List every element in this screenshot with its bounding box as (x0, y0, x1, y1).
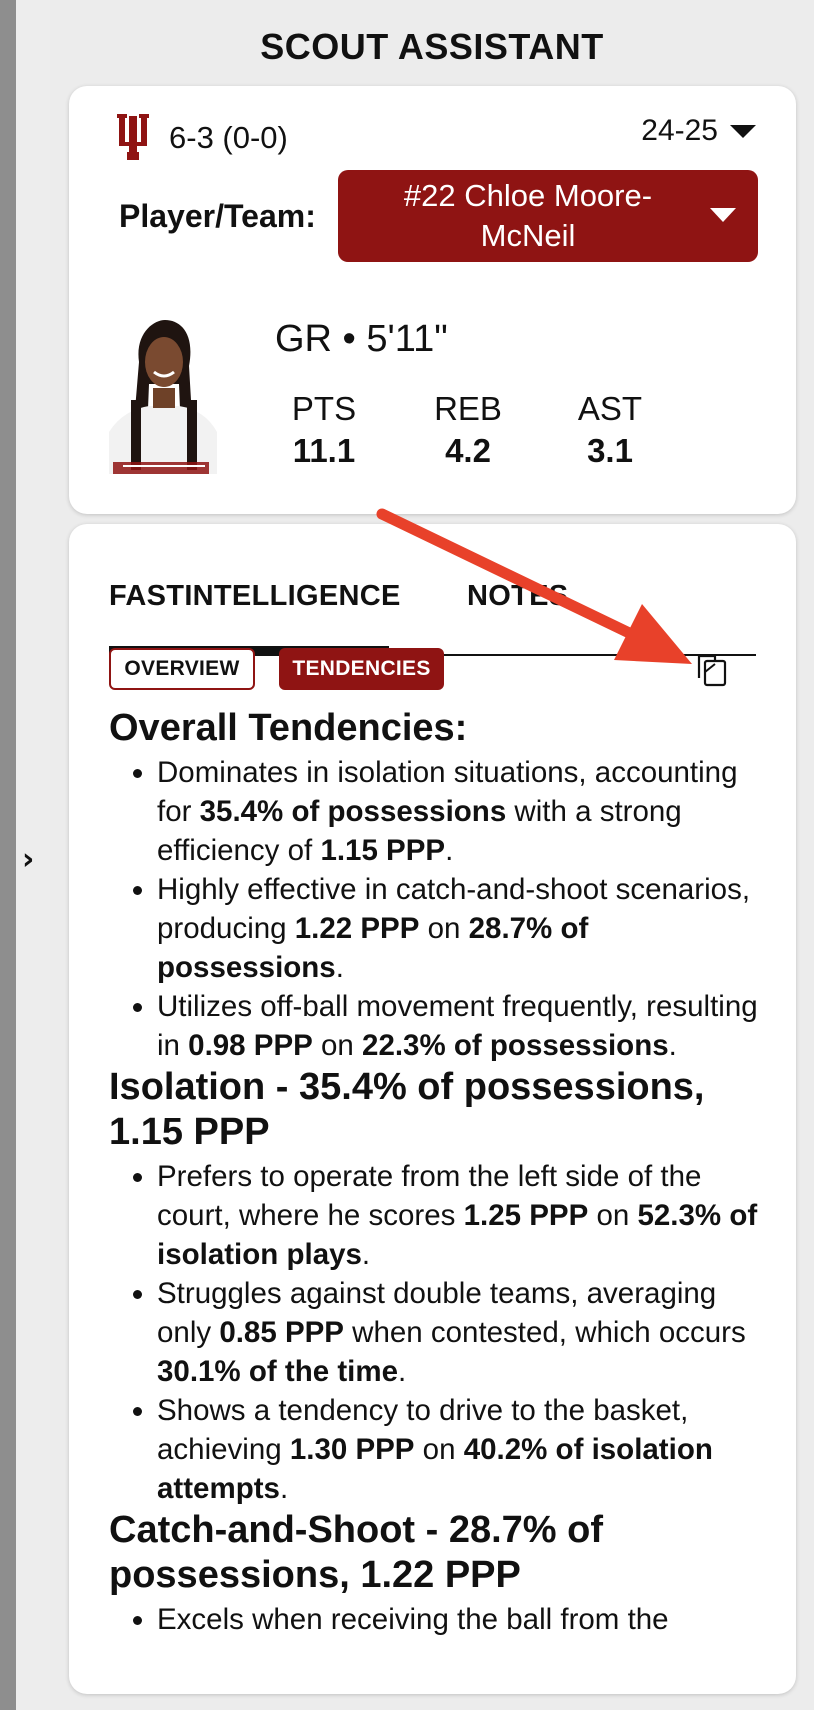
bold-stat: 1.25 PPP (463, 1199, 589, 1232)
bullet-item: Excels when receiving the ball from the (157, 1600, 766, 1639)
bullet-text: . (668, 1029, 677, 1062)
bullet-text: on (588, 1199, 638, 1232)
bullet-text: Excels when receiving the ball from the (157, 1603, 669, 1636)
player-bio: GR • 5'11" (275, 318, 448, 360)
bullet-text: . (361, 1238, 371, 1271)
bullet-item: Utilizes off-ball movement frequently, r… (157, 987, 766, 1065)
stat-label: REB (434, 390, 502, 427)
player-select-value: #22 Chloe Moore-McNeil (403, 178, 653, 253)
copy-icon[interactable] (695, 652, 729, 688)
bold-stat: 1.30 PPP (289, 1433, 415, 1466)
bold-stat: 1.22 PPP (294, 912, 420, 945)
player-team-label: Player/Team: (119, 198, 316, 234)
indiana-trident-logo (117, 114, 149, 160)
team-record: 6-3 (0-0) (169, 120, 288, 155)
bullet-item: Struggles against double teams, averagin… (157, 1274, 766, 1391)
stat-label: PTS (291, 390, 357, 427)
bullet-text: on (414, 1433, 464, 1466)
bullet-text: . (335, 951, 344, 984)
tendencies-content: Overall Tendencies:Dominates in isolatio… (109, 706, 766, 1639)
bullet-text: on (419, 912, 469, 945)
caret-down-icon (730, 124, 756, 138)
stat-value: 11.1 (292, 432, 356, 469)
bullet-item: Dominates in isolation situations, accou… (157, 753, 766, 870)
player-headshot (109, 314, 217, 474)
stat-value: 3.1 (587, 432, 633, 469)
app-title: SCOUT ASSISTANT (260, 26, 604, 67)
stat-reb: REB 4.2 (416, 390, 520, 470)
caret-down-icon (710, 208, 736, 222)
section-heading: Catch-and-Shoot - 28.7% of possessions, … (109, 1509, 604, 1596)
bold-stat: 35.4% of possessions (199, 795, 507, 828)
bold-stat: 0.98 PPP (188, 1029, 313, 1062)
stat-label: AST (577, 390, 643, 427)
bullet-text: on (312, 1029, 363, 1062)
tab-fastintelligence[interactable]: FASTINTELLIGENCE (109, 580, 401, 613)
left-rail (0, 0, 16, 1710)
stat-ast: AST 3.1 (559, 390, 661, 470)
bold-stat: 1.15 PPP (320, 834, 446, 867)
bullet-text: . (279, 1472, 289, 1505)
tab-bar: FASTINTELLIGENCE NOTES (109, 576, 756, 656)
bullet-item: Prefers to operate from the left side of… (157, 1157, 766, 1274)
player-select-dropdown[interactable]: #22 Chloe Moore-McNeil (338, 170, 758, 262)
intelligence-card: FASTINTELLIGENCE NOTES OVERVIEW TENDENCI… (69, 524, 796, 1694)
season-value: 24-25 (641, 114, 718, 147)
overview-button[interactable]: OVERVIEW (109, 648, 255, 690)
bold-stat: 22.3% of possessions (362, 1029, 669, 1062)
tab-notes[interactable]: NOTES (467, 580, 568, 613)
bold-stat: 30.1% of the time (157, 1355, 398, 1388)
stat-pts: PTS 11.1 (275, 390, 373, 470)
player-card: 6-3 (0-0) 24-25 Player/Team: #22 Chloe M… (69, 86, 796, 514)
season-selector[interactable]: 24-25 (641, 114, 756, 148)
bullet-list: Dominates in isolation situations, accou… (109, 753, 766, 1065)
bullet-text: . (397, 1355, 407, 1388)
chevron-right-icon[interactable]: › (22, 842, 48, 878)
bullet-list: Excels when receiving the ball from the (109, 1600, 766, 1639)
section-heading: Overall Tendencies: (109, 707, 468, 749)
bullet-list: Prefers to operate from the left side of… (109, 1157, 766, 1508)
bullet-text: . (445, 834, 454, 867)
tendencies-button[interactable]: TENDENCIES (279, 648, 444, 690)
section-heading: Isolation - 35.4% of possessions, 1.15 P… (109, 1066, 705, 1153)
bullet-text: when contested, which occurs (343, 1316, 746, 1349)
bold-stat: 0.85 PPP (219, 1316, 344, 1349)
bullet-item: Shows a tendency to drive to the basket,… (157, 1391, 766, 1508)
stat-value: 4.2 (445, 432, 491, 469)
bullet-item: Highly effective in catch-and-shoot scen… (157, 870, 766, 987)
